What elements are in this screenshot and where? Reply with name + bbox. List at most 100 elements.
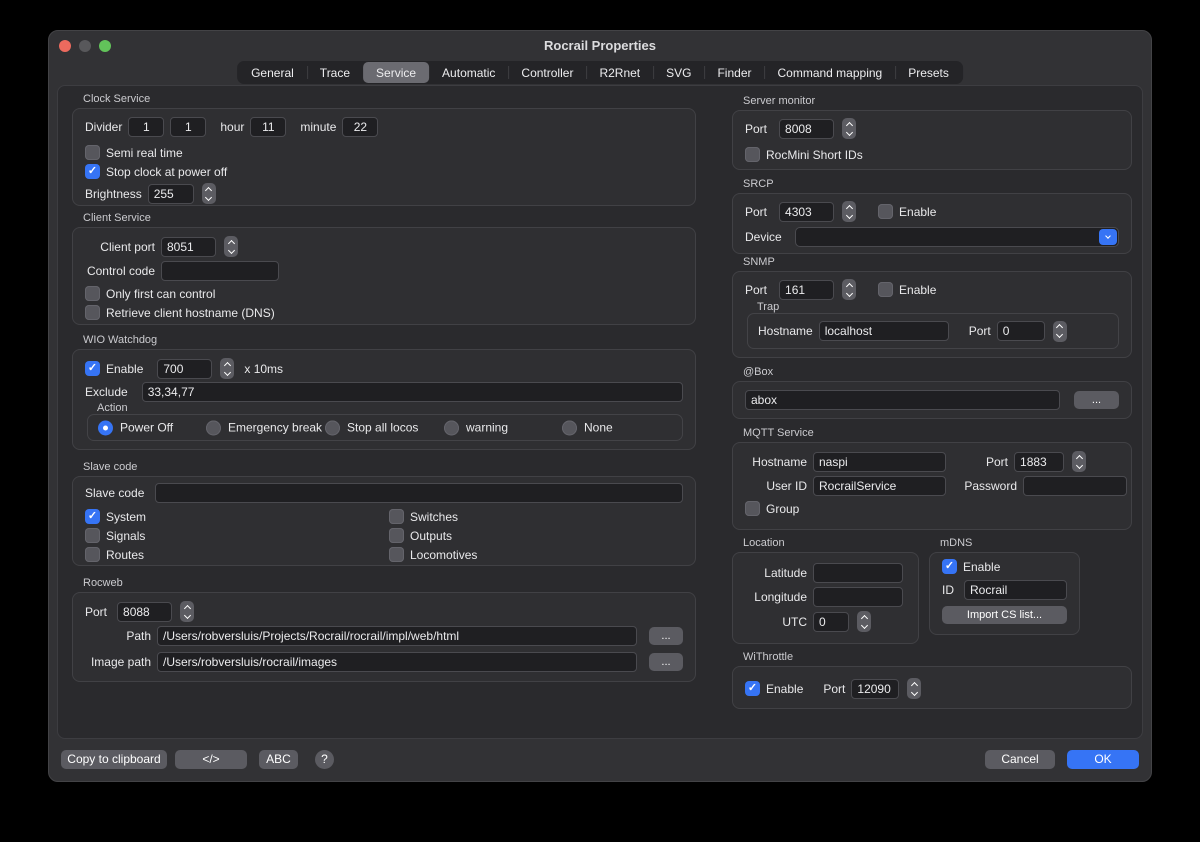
server-monitor-port-stepper[interactable] [842, 118, 856, 139]
semi-real-time-checkbox[interactable] [85, 145, 100, 160]
tab-svg[interactable]: SVG [653, 62, 704, 83]
rocweb-port-stepper[interactable] [180, 601, 194, 622]
switches-label: Switches [410, 510, 458, 524]
chevron-down-icon[interactable] [1099, 229, 1117, 245]
location-group: Location Latitude Longitude UTC [732, 552, 919, 644]
rocmini-checkbox[interactable] [745, 147, 760, 162]
import-cs-list-button[interactable]: Import CS list... [942, 606, 1067, 624]
only-first-checkbox[interactable] [85, 286, 100, 301]
brightness-stepper[interactable] [202, 183, 216, 204]
abc-button[interactable]: ABC [259, 750, 298, 769]
copy-to-clipboard-button[interactable]: Copy to clipboard [61, 750, 167, 769]
utc-stepper[interactable] [857, 611, 871, 632]
srcp-port-stepper[interactable] [842, 201, 856, 222]
tab-command-mapping[interactable]: Command mapping [764, 62, 895, 83]
action-stop-all-locos-radio[interactable]: Stop all locos [325, 420, 418, 435]
code-button[interactable]: </> [175, 750, 247, 769]
hour-input[interactable] [250, 117, 286, 137]
locomotives-checkbox[interactable] [389, 547, 404, 562]
mqtt-userid-input[interactable] [813, 476, 946, 496]
trap-hostname-input[interactable] [819, 321, 949, 341]
tab-r2rnet[interactable]: R2Rnet [586, 62, 653, 83]
longitude-input[interactable] [813, 587, 903, 607]
srcp-device-label: Device [745, 230, 789, 244]
wio-timeout-stepper[interactable] [220, 358, 234, 379]
tab-controller[interactable]: Controller [508, 62, 586, 83]
client-port-stepper[interactable] [224, 236, 238, 257]
control-code-label: Control code [85, 264, 155, 278]
mqtt-password-input[interactable] [1023, 476, 1127, 496]
client-port-input[interactable] [161, 237, 216, 257]
abox-input[interactable] [745, 390, 1060, 410]
srcp-device-combo[interactable] [795, 227, 1119, 247]
help-button[interactable]: ? [315, 750, 334, 769]
tab-general[interactable]: General [238, 62, 307, 83]
wio-enable-checkbox[interactable] [85, 361, 100, 376]
control-code-input[interactable] [161, 261, 279, 281]
mdns-group-title: mDNS [940, 537, 972, 549]
srcp-port-input[interactable] [779, 202, 834, 222]
tab-trace[interactable]: Trace [307, 62, 363, 83]
switches-checkbox[interactable] [389, 509, 404, 524]
tab-finder[interactable]: Finder [704, 62, 764, 83]
tab-bar: General Trace Service Automatic Controll… [237, 61, 963, 84]
system-checkbox[interactable] [85, 509, 100, 524]
mqtt-hostname-input[interactable] [813, 452, 946, 472]
snmp-port-input[interactable] [779, 280, 834, 300]
rocweb-port-label: Port [85, 605, 107, 619]
server-monitor-port-input[interactable] [779, 119, 834, 139]
wio-watchdog-group-title: WIO Watchdog [83, 334, 157, 346]
mqtt-port-input[interactable] [1014, 452, 1064, 472]
rocweb-port-input[interactable] [117, 602, 172, 622]
snmp-enable-checkbox[interactable] [878, 282, 893, 297]
divider1-input[interactable] [128, 117, 164, 137]
cancel-button[interactable]: Cancel [985, 750, 1055, 769]
rocweb-group-title: Rocweb [83, 577, 123, 589]
withrottle-group: WiThrottle Enable Port [732, 666, 1132, 709]
snmp-port-stepper[interactable] [842, 279, 856, 300]
rocweb-image-path-input[interactable] [157, 652, 637, 672]
tab-service[interactable]: Service [363, 62, 429, 83]
wio-timeout-input[interactable] [157, 359, 212, 379]
trap-port-stepper[interactable] [1053, 321, 1067, 342]
tab-presets[interactable]: Presets [895, 62, 962, 83]
srcp-enable-checkbox[interactable] [878, 204, 893, 219]
minute-input[interactable] [342, 117, 378, 137]
mdns-enable-checkbox[interactable] [942, 559, 957, 574]
signals-checkbox[interactable] [85, 528, 100, 543]
retrieve-hostname-checkbox[interactable] [85, 305, 100, 320]
service-tab-panel: Clock Service Divider hour minute Semi r… [57, 85, 1143, 739]
snmp-group: SNMP Port Enable Trap Hostname Port [732, 271, 1132, 358]
withrottle-group-title: WiThrottle [743, 651, 793, 663]
trap-port-input[interactable] [997, 321, 1045, 341]
mdns-id-input[interactable] [964, 580, 1067, 600]
location-group-title: Location [743, 537, 785, 549]
rocweb-path-browse-button[interactable]: ... [649, 627, 683, 645]
slave-code-input[interactable] [155, 483, 683, 503]
rocweb-image-path-browse-button[interactable]: ... [649, 653, 683, 671]
wio-watchdog-group: WIO Watchdog Enable x 10ms Exclude Actio… [72, 349, 696, 450]
outputs-checkbox[interactable] [389, 528, 404, 543]
mqtt-group-checkbox[interactable] [745, 501, 760, 516]
brightness-input[interactable] [148, 184, 194, 204]
ok-button[interactable]: OK [1067, 750, 1139, 769]
action-none-radio[interactable]: None [562, 420, 613, 435]
utc-input[interactable] [813, 612, 849, 632]
action-power-off-radio[interactable]: Power Off [98, 420, 173, 435]
rocweb-path-input[interactable] [157, 626, 637, 646]
withrottle-port-input[interactable] [851, 679, 899, 699]
routes-checkbox[interactable] [85, 547, 100, 562]
tab-automatic[interactable]: Automatic [429, 62, 508, 83]
exclude-input[interactable] [142, 382, 683, 402]
action-emergency-break-radio[interactable]: Emergency break [206, 420, 322, 435]
mqtt-port-stepper[interactable] [1072, 451, 1086, 472]
latitude-input[interactable] [813, 563, 903, 583]
stop-clock-checkbox[interactable] [85, 164, 100, 179]
divider2-input[interactable] [170, 117, 206, 137]
server-monitor-group: Server monitor Port RocMini Short IDs [732, 110, 1132, 170]
withrottle-enable-checkbox[interactable] [745, 681, 760, 696]
abox-browse-button[interactable]: ... [1074, 391, 1119, 409]
only-first-label: Only first can control [106, 287, 215, 301]
action-warning-radio[interactable]: warning [444, 420, 508, 435]
withrottle-port-stepper[interactable] [907, 678, 921, 699]
